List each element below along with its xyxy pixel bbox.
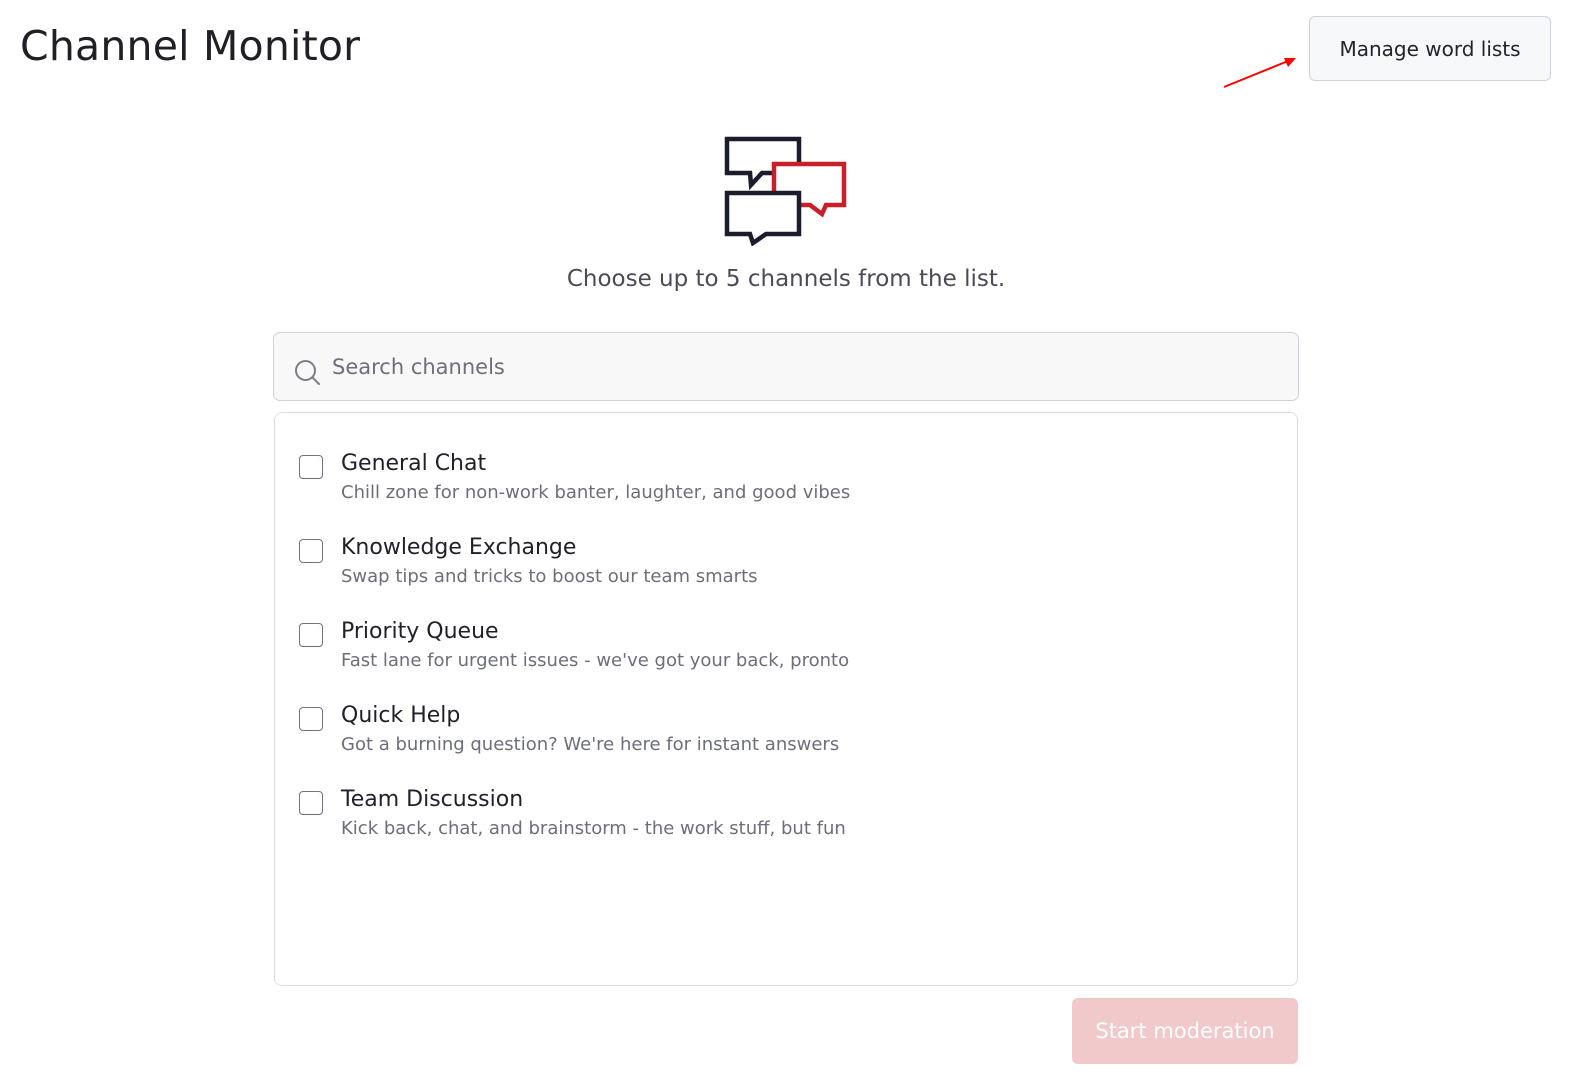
channel-description: Swap tips and tricks to boost our team s… xyxy=(341,566,758,587)
channel-list-panel: General Chat Chill zone for non-work ban… xyxy=(274,412,1298,986)
channel-description: Chill zone for non-work banter, laughter… xyxy=(341,482,851,503)
search-input[interactable] xyxy=(332,333,1272,400)
channel-description: Got a burning question? We're here for i… xyxy=(341,734,840,755)
channel-name: Quick Help xyxy=(341,703,461,728)
search-icon xyxy=(295,360,320,385)
channel-item-general-chat[interactable]: General Chat Chill zone for non-work ban… xyxy=(275,451,1297,535)
chat-bubbles-icon xyxy=(724,136,847,246)
channel-item-knowledge-exchange[interactable]: Knowledge Exchange Swap tips and tricks … xyxy=(275,535,1297,619)
annotation-arrow-icon xyxy=(1223,58,1296,88)
instruction-text: Choose up to 5 channels from the list. xyxy=(566,266,1006,292)
channel-name: General Chat xyxy=(341,451,487,476)
channel-name: Priority Queue xyxy=(341,619,499,644)
channel-item-quick-help[interactable]: Quick Help Got a burning question? We're… xyxy=(275,703,1297,787)
channel-checkbox[interactable] xyxy=(299,791,323,815)
channel-name: Team Discussion xyxy=(341,787,524,812)
channel-description: Fast lane for urgent issues - we've got … xyxy=(341,650,850,671)
channel-checkbox[interactable] xyxy=(299,707,323,731)
search-box[interactable] xyxy=(273,332,1299,401)
channel-item-priority-queue[interactable]: Priority Queue Fast lane for urgent issu… xyxy=(275,619,1297,703)
channel-name: Knowledge Exchange xyxy=(341,535,577,560)
start-moderation-button[interactable]: Start moderation xyxy=(1072,998,1298,1064)
channel-item-team-discussion[interactable]: Team Discussion Kick back, chat, and bra… xyxy=(275,787,1297,871)
channel-description: Kick back, chat, and brainstorm - the wo… xyxy=(341,818,846,839)
channel-checkbox[interactable] xyxy=(299,623,323,647)
manage-word-lists-button[interactable]: Manage word lists xyxy=(1309,16,1551,81)
channel-checkbox[interactable] xyxy=(299,455,323,479)
channel-list: General Chat Chill zone for non-work ban… xyxy=(275,451,1297,871)
channel-checkbox[interactable] xyxy=(299,539,323,563)
page-title: Channel Monitor xyxy=(20,22,361,70)
